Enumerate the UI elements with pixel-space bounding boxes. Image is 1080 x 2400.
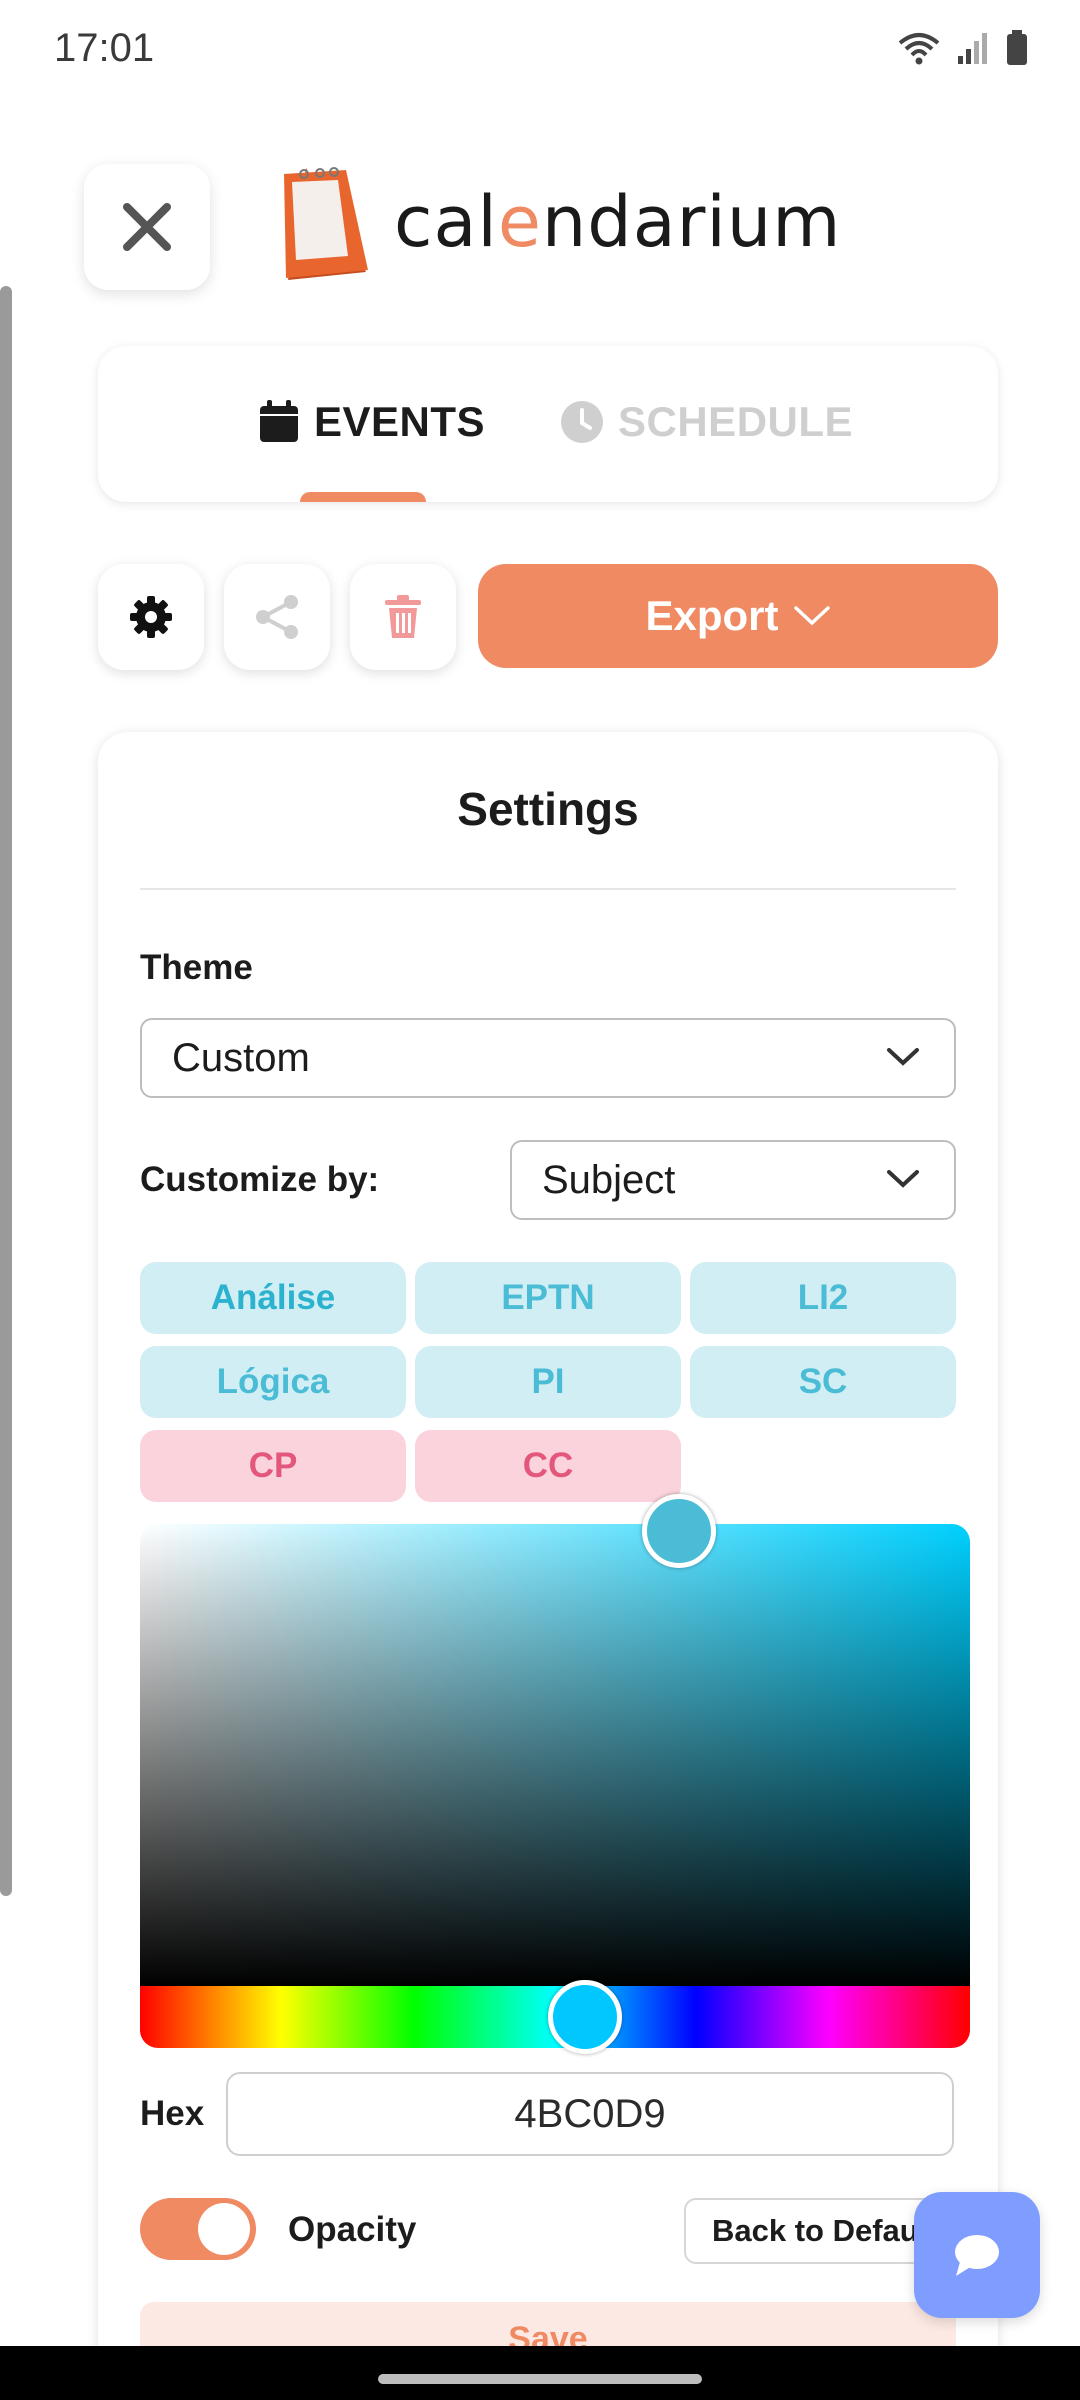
- opacity-toggle[interactable]: [140, 2198, 256, 2260]
- settings-button[interactable]: [98, 564, 204, 670]
- subject-chip-sc[interactable]: SC: [690, 1346, 956, 1418]
- status-time: 17:01: [54, 26, 155, 70]
- chevron-down-icon: [793, 606, 830, 626]
- settings-title: Settings: [457, 783, 639, 835]
- chevron-down-icon: [887, 1048, 919, 1066]
- tabs-card: EVENTS SCHEDULE: [98, 346, 998, 502]
- home-gesture-handle[interactable]: [378, 2374, 702, 2384]
- close-button[interactable]: [84, 164, 210, 290]
- settings-divider: [140, 888, 956, 890]
- color-saturation-thumb[interactable]: [642, 1494, 716, 1568]
- subject-chip-cc[interactable]: CC: [415, 1430, 681, 1502]
- tab-events[interactable]: EVENTS: [258, 398, 485, 446]
- tab-schedule-label: SCHEDULE: [618, 398, 854, 445]
- chat-button[interactable]: [914, 2192, 1040, 2318]
- hex-input[interactable]: [226, 2072, 954, 2156]
- system-nav-bar: [0, 2346, 1080, 2400]
- color-saturation-area[interactable]: [140, 1524, 970, 1986]
- status-bar: 17:01: [0, 0, 1080, 100]
- logo-text: calendarium: [394, 181, 841, 263]
- hue-slider-thumb[interactable]: [548, 1980, 622, 2054]
- customize-by-label: Customize by:: [140, 1160, 380, 1199]
- status-icons: [898, 30, 1028, 66]
- signal-icon: [958, 33, 987, 64]
- calendar-logo-icon: [284, 167, 368, 280]
- subject-chip-eptn[interactable]: EPTN: [415, 1262, 681, 1334]
- share-icon: [256, 595, 298, 639]
- trash-icon: [385, 595, 421, 638]
- customize-by-select[interactable]: Subject: [510, 1140, 956, 1220]
- subject-chip-analise[interactable]: Análise: [140, 1262, 406, 1334]
- logo-text-start: cal: [394, 181, 498, 263]
- share-button[interactable]: [224, 564, 330, 670]
- wifi-icon: [898, 33, 940, 65]
- chevron-down-icon: [887, 1170, 919, 1188]
- page-scrollbar[interactable]: [0, 286, 12, 1896]
- active-tab-indicator: [300, 492, 426, 502]
- customize-by-select-value: Subject: [542, 1157, 676, 1202]
- back-to-default-button[interactable]: Back to Default: [684, 2198, 944, 2264]
- calendar-icon: [260, 400, 298, 442]
- tab-schedule[interactable]: SCHEDULE: [560, 398, 853, 446]
- delete-button[interactable]: [350, 564, 456, 670]
- export-button[interactable]: Export: [478, 564, 998, 668]
- clock-icon: [561, 401, 603, 443]
- app-screen: 17:01 calendarium EVENTS SCHEDULE Export…: [0, 0, 1080, 2400]
- subject-chip-logica[interactable]: Lógica: [140, 1346, 406, 1418]
- theme-label: Theme: [140, 948, 253, 987]
- logo-text-accent: e: [497, 181, 542, 263]
- theme-select[interactable]: Custom: [140, 1018, 956, 1098]
- chat-bubble-icon: [955, 2235, 999, 2276]
- theme-select-value: Custom: [172, 1035, 310, 1080]
- logo-text-end: ndarium: [541, 181, 842, 263]
- subject-chip-li2[interactable]: LI2: [690, 1262, 956, 1334]
- opacity-toggle-knob: [198, 2203, 250, 2255]
- subject-chip-pi[interactable]: PI: [415, 1346, 681, 1418]
- close-icon: [123, 203, 171, 251]
- opacity-label: Opacity: [288, 2210, 417, 2249]
- settings-panel: Settings Theme Custom Customize by: Subj…: [98, 732, 998, 2400]
- battery-icon: [1007, 30, 1027, 65]
- export-label: Export: [645, 592, 779, 639]
- hex-label: Hex: [140, 2094, 205, 2133]
- app-logo: calendarium: [276, 160, 841, 284]
- tab-events-label: EVENTS: [314, 398, 486, 445]
- subject-chip-cp[interactable]: CP: [140, 1430, 406, 1502]
- gear-icon: [130, 596, 172, 638]
